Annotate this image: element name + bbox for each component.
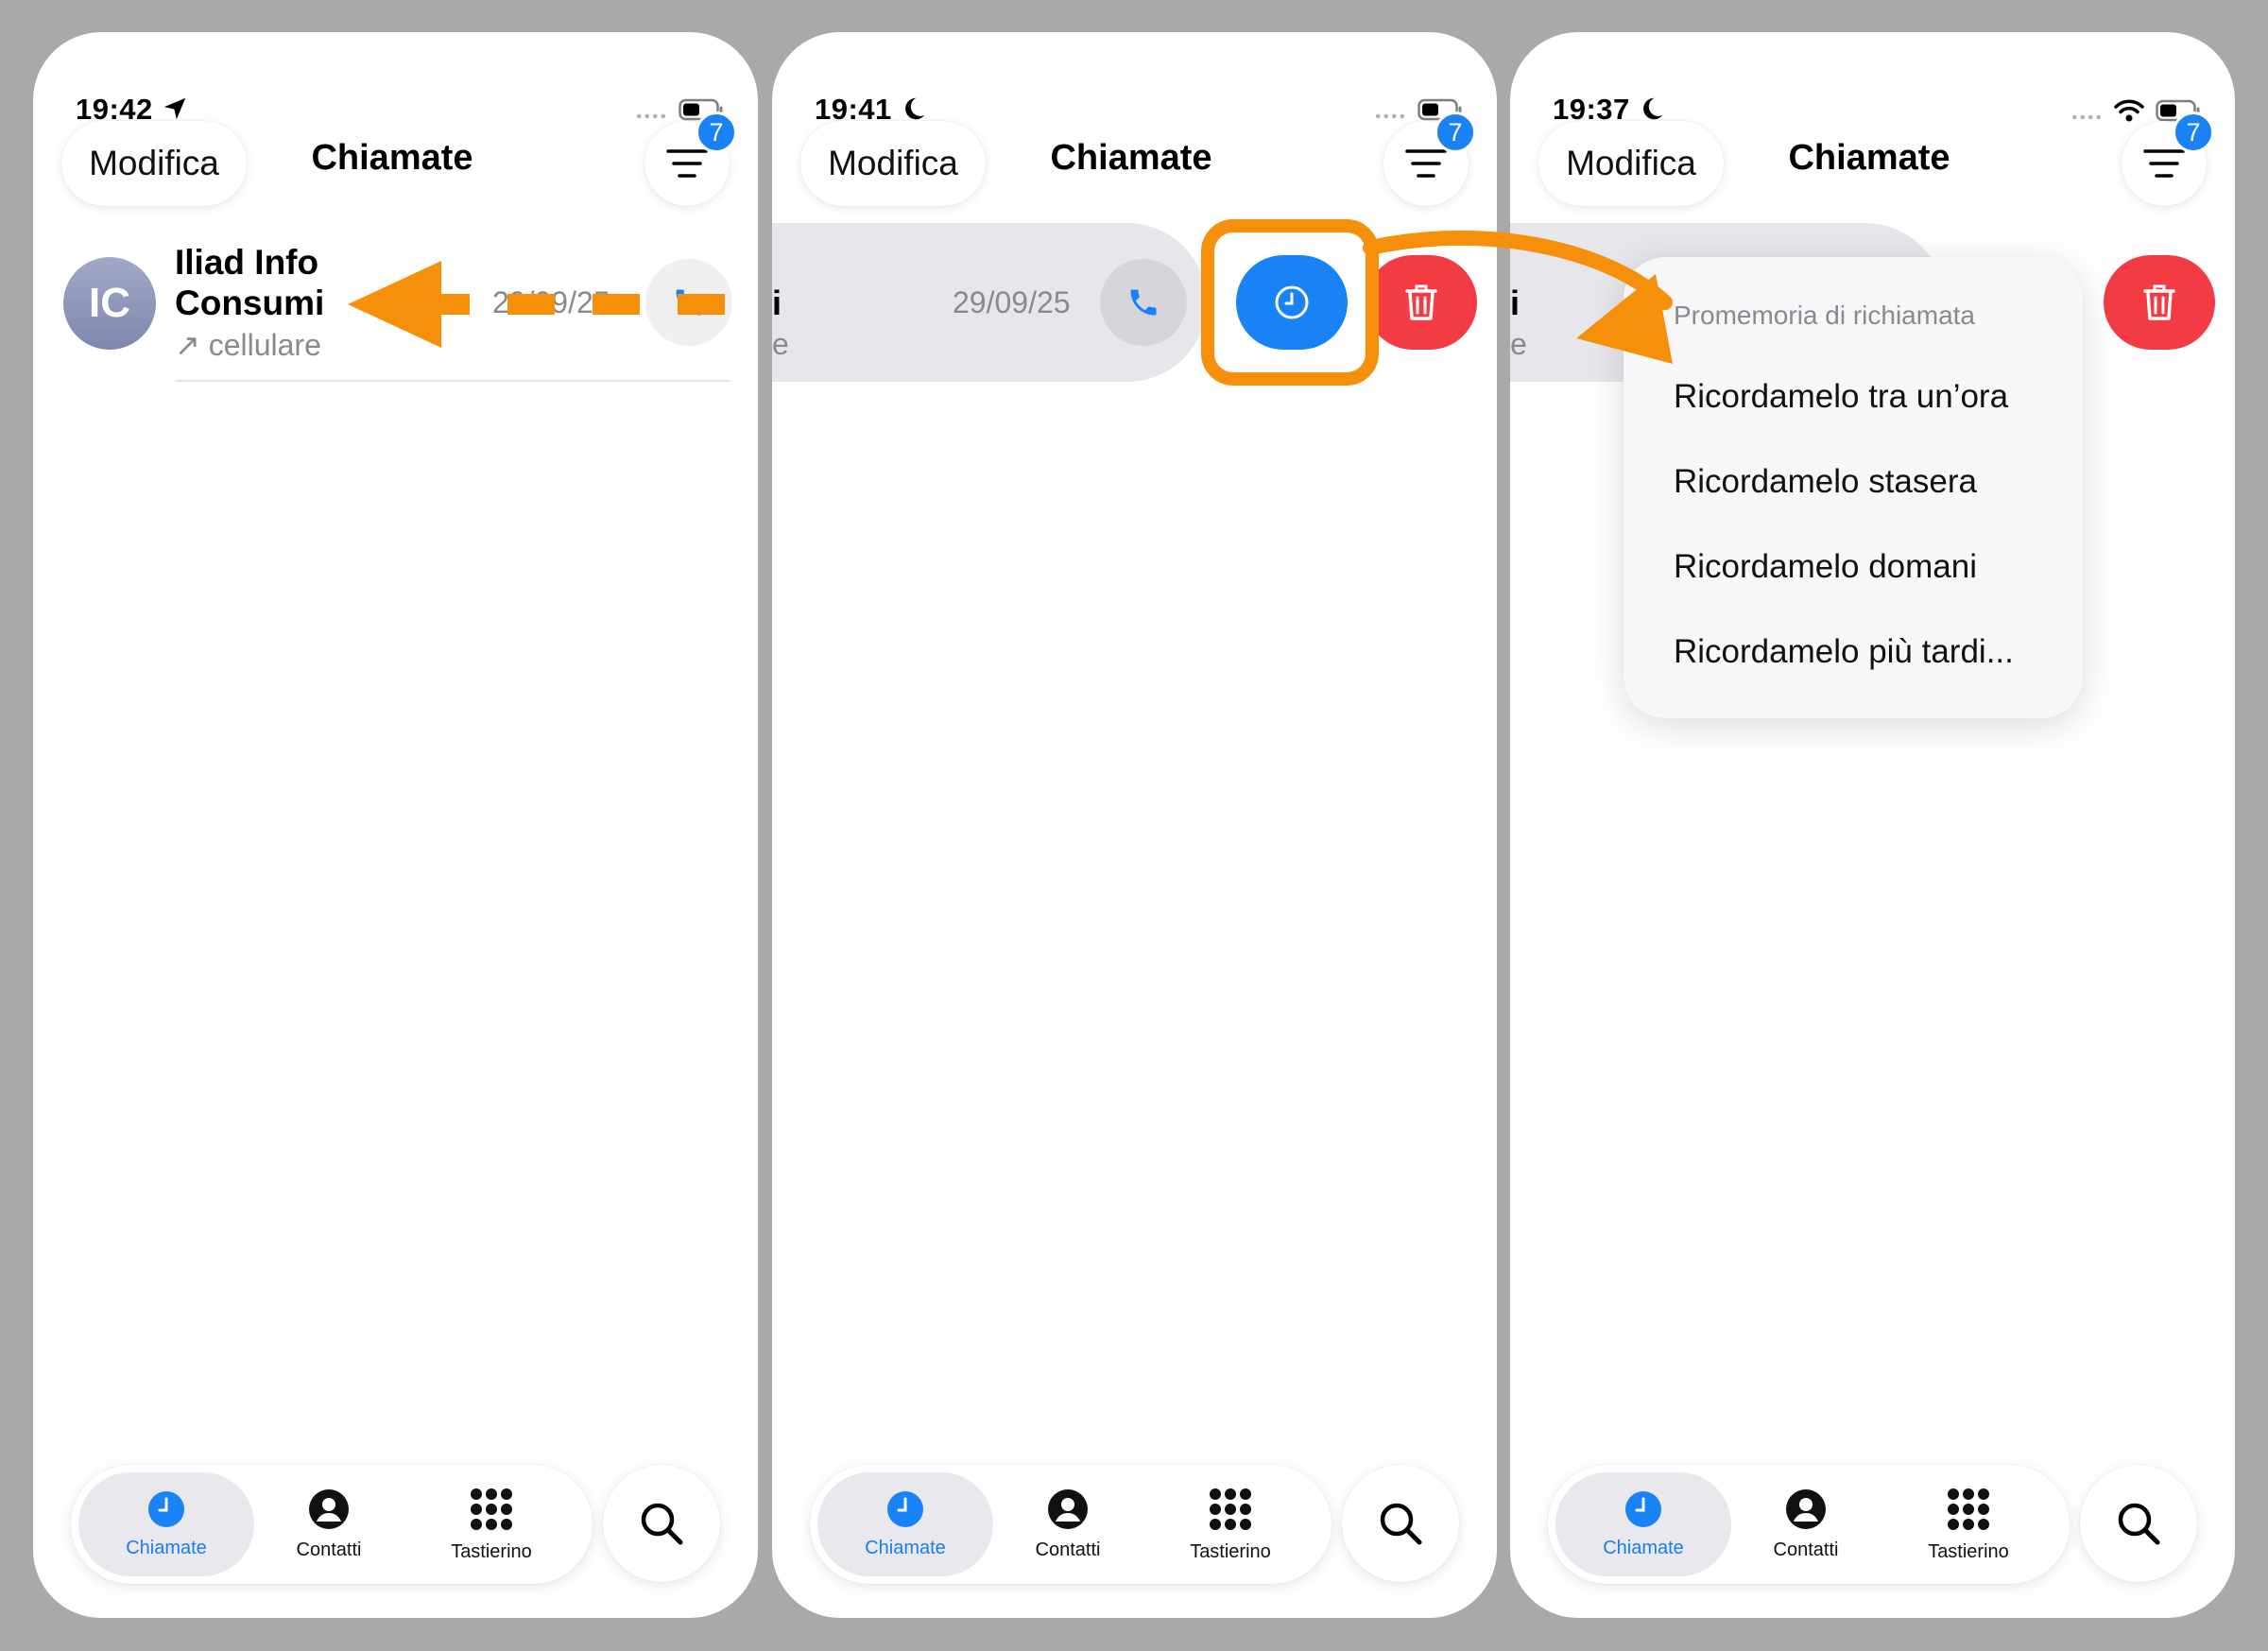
keypad-grid-icon [1948, 1488, 1989, 1530]
menu-header: Promemoria di richiamata [1674, 301, 1975, 330]
filter-lines-icon [2143, 149, 2185, 178]
edit-button[interactable]: Modifica [61, 121, 247, 206]
call-back-button[interactable] [645, 259, 732, 346]
tab-bar: Chiamate Contatti Tastierino [810, 1465, 1332, 1584]
contact-name-fragment: i [772, 284, 782, 322]
edit-button[interactable]: Modifica [800, 121, 986, 206]
keypad-grid-icon [471, 1488, 512, 1530]
tab-keypad[interactable]: Tastierino [1888, 1465, 2049, 1584]
annotation-highlight-box [1201, 219, 1379, 386]
call-back-button[interactable] [1100, 259, 1187, 346]
tab-keypad[interactable]: Tastierino [411, 1465, 572, 1584]
tab-bar: Chiamate Contatti Tastierino [71, 1465, 593, 1584]
filter-lines-icon [1405, 149, 1447, 178]
wifi-icon [2114, 99, 2144, 122]
clock-icon [1625, 1490, 1661, 1527]
cellular-signal-icon [1374, 113, 1406, 119]
call-type-label: ↗ cellulare [175, 328, 321, 362]
tab-keypad[interactable]: Tastierino [1150, 1465, 1311, 1584]
call-date: 29/09/25 [953, 285, 1071, 319]
person-circle-icon [309, 1488, 349, 1529]
page-title: Chiamate [311, 138, 473, 178]
trash-icon [1405, 284, 1437, 320]
menu-item-this-evening[interactable]: Ricordamelo stasera [1674, 463, 1977, 501]
delete-button[interactable] [2104, 255, 2215, 350]
phone-screen-2: 19:41 Modifica Chiamate 7 i e 29/09/25 C… [772, 32, 1497, 1618]
edit-button[interactable]: Modifica [1538, 121, 1724, 206]
avatar: IC [63, 257, 156, 350]
delete-button[interactable] [1366, 255, 1477, 350]
keypad-grid-icon [1210, 1488, 1251, 1530]
menu-item-one-hour[interactable]: Ricordamelo tra un’ora [1674, 378, 2008, 416]
call-type-fragment: e [1510, 327, 1527, 361]
page-title: Chiamate [1788, 138, 1950, 178]
tab-contacts-label: Contatti [1035, 1539, 1101, 1560]
tab-calls-label: Chiamate [865, 1537, 946, 1558]
menu-item-later[interactable]: Ricordamelo più tardi... [1674, 633, 2014, 671]
search-icon [1380, 1503, 1422, 1545]
call-date: 29/09/25 [492, 285, 610, 319]
moon-icon [905, 97, 925, 120]
phone-screen-1: 19:42 Modifica Chiamate 7 IC Iliad Info … [33, 32, 758, 1618]
filter-badge: 7 [2173, 112, 2214, 153]
phone-icon [676, 289, 702, 316]
person-circle-icon [1048, 1488, 1088, 1529]
person-circle-icon [1786, 1488, 1826, 1529]
cellular-signal-icon [2070, 114, 2103, 120]
phone-screen-3: 19:37 Modifica Chiamate 7 i e Promemoria… [1510, 32, 2235, 1618]
tab-contacts[interactable]: Contatti [249, 1465, 409, 1584]
contact-name-fragment: i [1510, 284, 1521, 322]
clock-icon [887, 1490, 923, 1527]
contact-name[interactable]: Iliad Info Consumi [175, 242, 383, 323]
tab-bar: Chiamate Contatti Tastierino [1548, 1465, 2070, 1584]
tab-contacts-label: Contatti [296, 1539, 362, 1560]
filter-badge: 7 [1435, 112, 1476, 153]
search-button[interactable] [603, 1465, 720, 1582]
tab-contacts-label: Contatti [1773, 1539, 1839, 1560]
moon-icon [1643, 97, 1663, 120]
callback-reminder-menu: Promemoria di richiamata Ricordamelo tra… [1624, 257, 2083, 718]
tab-keypad-label: Tastierino [1928, 1540, 2009, 1562]
menu-item-tomorrow[interactable]: Ricordamelo domani [1674, 548, 1977, 586]
tab-keypad-label: Tastierino [451, 1540, 532, 1562]
phone-icon [1130, 289, 1157, 316]
search-icon [641, 1503, 683, 1545]
filter-lines-icon [666, 149, 708, 178]
cellular-signal-icon [635, 113, 667, 119]
search-button[interactable] [2080, 1465, 2197, 1582]
search-icon [2118, 1503, 2160, 1545]
tab-calls[interactable]: Chiamate [1563, 1465, 1724, 1584]
clock-icon [148, 1490, 184, 1527]
trash-icon [2143, 284, 2175, 320]
tab-calls[interactable]: Chiamate [825, 1465, 986, 1584]
call-type-fragment: e [772, 327, 789, 361]
row-divider [175, 380, 730, 382]
location-arrow-icon [163, 97, 186, 120]
tab-calls[interactable]: Chiamate [86, 1465, 247, 1584]
tab-contacts[interactable]: Contatti [988, 1465, 1148, 1584]
filter-badge: 7 [696, 112, 737, 153]
page-title: Chiamate [1050, 138, 1212, 178]
tab-contacts[interactable]: Contatti [1726, 1465, 1886, 1584]
search-button[interactable] [1342, 1465, 1459, 1582]
tab-keypad-label: Tastierino [1190, 1540, 1271, 1562]
tab-calls-label: Chiamate [1603, 1537, 1684, 1558]
tab-calls-label: Chiamate [126, 1537, 207, 1558]
